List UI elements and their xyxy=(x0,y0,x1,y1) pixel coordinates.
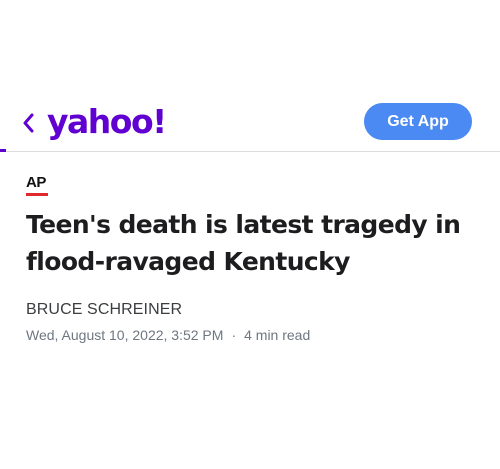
provider-name: AP xyxy=(26,174,46,191)
article-page: yahoo! Get App AP Teen's death is latest… xyxy=(0,0,500,469)
chevron-left-icon xyxy=(23,113,34,133)
provider-underline xyxy=(26,193,48,196)
top-bar: yahoo! Get App xyxy=(0,92,500,152)
article-meta: Wed, August 10, 2022, 3:52 PM · 4 min read xyxy=(26,327,310,343)
header-accent xyxy=(0,149,6,152)
author-name: BRUCE SCHREINER xyxy=(26,301,183,318)
read-time: 4 min read xyxy=(244,327,311,343)
back-button[interactable] xyxy=(14,109,42,137)
article-headline: Teen's death is latest tragedy in flood-… xyxy=(26,210,461,276)
provider-logo[interactable]: AP xyxy=(26,175,48,196)
publish-date: Wed, August 10, 2022, 3:52 PM xyxy=(26,327,224,343)
header-divider xyxy=(0,151,500,152)
meta-separator: · xyxy=(231,327,237,343)
get-app-button[interactable]: Get App xyxy=(364,103,472,140)
yahoo-logo[interactable]: yahoo! xyxy=(47,102,167,142)
